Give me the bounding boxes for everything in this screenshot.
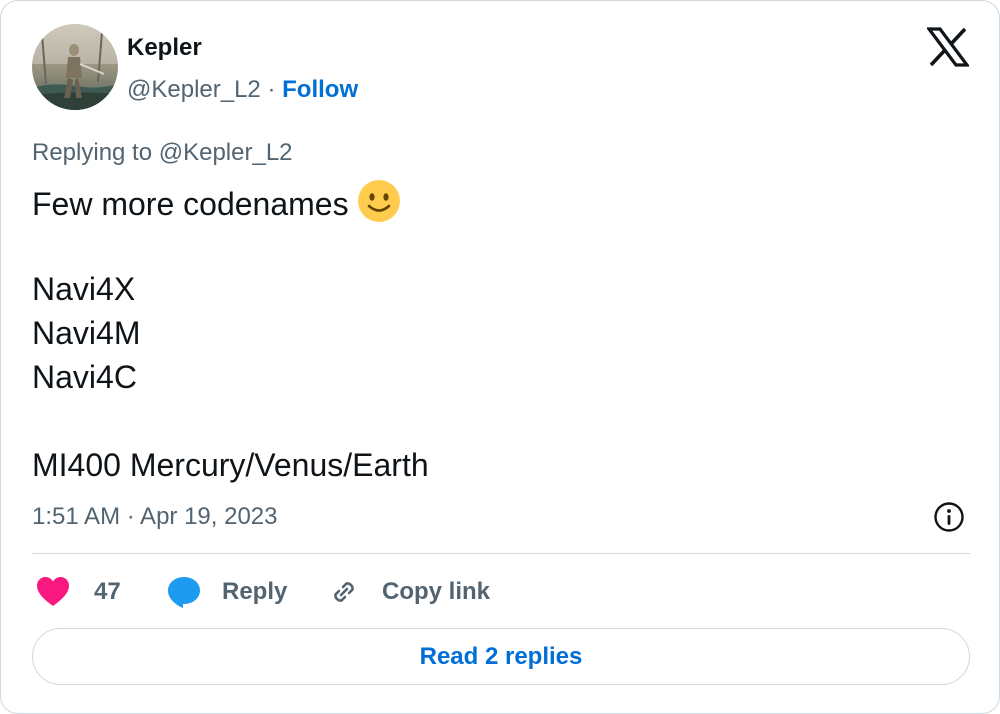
- tweet-embed-card: Kepler @Kepler_L2 · Follow Replying to @…: [0, 0, 1000, 714]
- tweet-line-text: Few more codenames: [32, 186, 349, 222]
- read-replies-button[interactable]: Read 2 replies: [32, 628, 970, 685]
- read-replies-label: Read 2 replies: [419, 642, 583, 670]
- tweet-line-1: Few more codenames: [32, 179, 952, 223]
- info-icon[interactable]: [933, 501, 965, 533]
- follow-button[interactable]: Follow: [282, 76, 358, 103]
- tweet-timestamp[interactable]: 1:51 AM · Apr 19, 2023: [32, 502, 278, 532]
- reply-bubble-icon: [166, 575, 202, 609]
- copy-link-button[interactable]: Copy link: [328, 571, 490, 613]
- divider: [32, 553, 970, 554]
- separator-dot: ·: [267, 76, 276, 103]
- author-handle[interactable]: @Kepler_L2: [127, 76, 261, 103]
- slightly-smiling-face-emoji-icon: [357, 179, 401, 234]
- heart-icon: [36, 576, 70, 608]
- avatar-image: [32, 24, 118, 110]
- tweet-line-3: Navi4X: [32, 271, 136, 307]
- x-logo-icon[interactable]: [925, 27, 971, 67]
- copy-link-label: Copy link: [382, 578, 491, 605]
- author-avatar[interactable]: [32, 24, 118, 110]
- tweet-text: Few more codenames Navi4X Navi4M Navi4C …: [32, 179, 952, 487]
- replying-to-label: Replying to @Kepler_L2: [32, 139, 293, 166]
- tweet-line-4: Navi4M: [32, 315, 141, 351]
- tweet-line-7: MI400 Mercury/Venus/Earth: [32, 447, 429, 483]
- reply-label: Reply: [222, 578, 288, 605]
- like-button[interactable]: 47: [36, 571, 121, 613]
- like-count: 47: [94, 578, 121, 605]
- author-display-name[interactable]: Kepler: [127, 33, 202, 63]
- tweet-line-5: Navi4C: [32, 359, 137, 395]
- link-icon: [328, 576, 360, 608]
- author-handle-row: @Kepler_L2 · Follow: [127, 75, 358, 105]
- reply-button[interactable]: Reply: [166, 571, 287, 613]
